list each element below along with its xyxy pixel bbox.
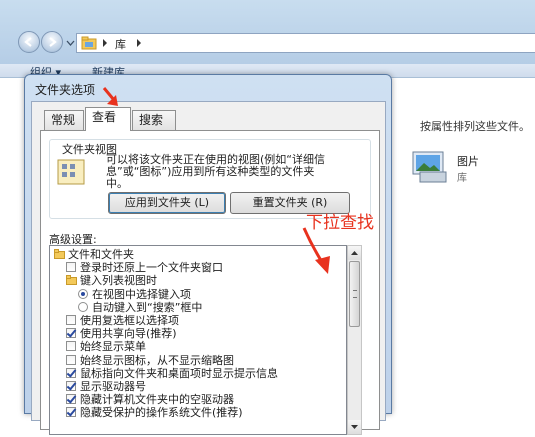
tree-item-label: 隐藏受保护的操作系统文件(推荐) (80, 406, 243, 420)
tree-item-label: 文件和文件夹 (68, 248, 134, 261)
apply-to-folders-button[interactable]: 应用到文件夹 (L) (108, 192, 226, 214)
breadcrumb-library[interactable]: 库 (115, 36, 126, 52)
tree-item-label: 始终显示图标，从不显示缩略图 (80, 353, 234, 367)
arrow-left-icon (24, 37, 32, 47)
back-button[interactable] (18, 31, 40, 53)
annotation-arrow-down-icon (302, 227, 330, 274)
tree-item-label: 鼠标指向文件夹和桌面项时显示提示信息 (80, 366, 278, 380)
folder-view-description: 可以将该文件夹正在使用的视图(例如“详细信 息”或“图标”)应用到所有这种类型的… (106, 153, 325, 190)
scroll-up-button[interactable] (348, 246, 361, 260)
scroll-up-arrow-icon (351, 251, 358, 255)
checkbox[interactable] (66, 328, 76, 339)
scroll-thumb-grip (353, 290, 357, 298)
tree-item-label: 登录时还原上一个文件夹窗口 (80, 261, 223, 275)
radio-button[interactable] (78, 301, 88, 312)
breadcrumb-chevron-icon[interactable] (101, 38, 109, 48)
tree-item-label: 键入列表视图时 (80, 274, 157, 288)
advanced-settings-scrollbar[interactable] (347, 245, 362, 435)
forward-button[interactable] (41, 31, 63, 53)
tree-item-label: 自动键入到“搜索”框中 (92, 300, 203, 314)
scroll-down-arrow-icon (351, 425, 358, 429)
checkbox[interactable] (66, 381, 76, 391)
radio-button[interactable] (78, 288, 88, 299)
folder-icon (66, 275, 77, 286)
pictures-library-icon[interactable] (410, 150, 450, 186)
checkbox[interactable] (66, 394, 76, 405)
library-description: 按属性排列这些文件。 (420, 120, 530, 133)
explorer-title-area (0, 0, 535, 64)
scroll-down-button[interactable] (348, 420, 361, 434)
checkbox[interactable] (66, 367, 76, 378)
dialog-title: 文件夹选项 (35, 83, 96, 97)
checkbox[interactable] (66, 315, 76, 325)
pictures-sublabel: 库 (457, 173, 467, 184)
address-bar[interactable]: 库 (76, 33, 535, 53)
recent-pages-chevron-icon[interactable] (66, 38, 75, 47)
tab-general[interactable]: 常规 (44, 110, 84, 130)
tree-item-label: 在视图中选择键入项 (92, 287, 191, 301)
scroll-thumb[interactable] (349, 261, 360, 327)
folder-view-icon (57, 159, 85, 185)
folder-view-group: 文件夹视图 可以将该文件夹正在使用的视图(例如“详细信 息”或“图标”)应用到所… (49, 139, 371, 219)
tree-item-label: 显示驱动器号 (80, 380, 146, 393)
pictures-label[interactable]: 图片 (457, 153, 479, 169)
view-tab-panel: 文件夹视图 可以将该文件夹正在使用的视图(例如“详细信 息”或“图标”)应用到所… (40, 130, 380, 435)
tree-item-label: 使用复选框以选择项 (80, 314, 179, 327)
checkbox[interactable] (66, 262, 76, 273)
tree-item-label: 使用共享向导(推荐) (80, 327, 177, 341)
folder-icon (54, 249, 65, 259)
tree-item-label: 始终显示菜单 (80, 340, 146, 354)
library-folder-icon (81, 36, 97, 50)
arrow-right-icon (49, 37, 57, 47)
checkbox[interactable] (66, 407, 76, 418)
checkbox[interactable] (66, 354, 76, 365)
breadcrumb-chevron-icon[interactable] (135, 38, 143, 48)
tab-search[interactable]: 搜索 (132, 110, 176, 130)
checkbox[interactable] (66, 341, 76, 352)
tab-view[interactable]: 查看 (85, 107, 131, 131)
